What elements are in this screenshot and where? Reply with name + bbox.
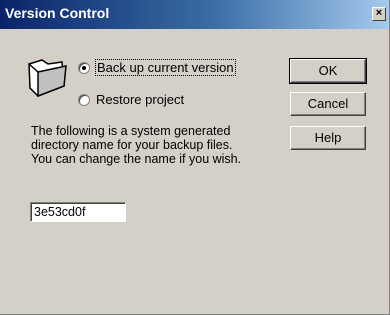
help-button[interactable]: Help: [290, 126, 366, 150]
restore-option[interactable]: Restore project: [78, 92, 184, 107]
backup-option[interactable]: Back up current version: [78, 59, 236, 76]
ok-button[interactable]: OK: [289, 58, 367, 84]
title-bar[interactable]: Version Control ×: [0, 0, 389, 29]
description-text: The following is a system generated dire…: [31, 124, 241, 166]
cancel-button[interactable]: Cancel: [290, 92, 366, 116]
dialog-title: Version Control: [5, 5, 110, 21]
version-control-dialog: Version Control × Back up current versio…: [0, 0, 390, 315]
restore-radio[interactable]: [78, 93, 90, 106]
backup-option-label: Back up current version: [95, 59, 236, 76]
folder-icon: [28, 59, 67, 98]
description-line: You can change the name if you wish.: [31, 152, 242, 166]
restore-option-label: Restore project: [96, 92, 185, 107]
backup-radio[interactable]: [78, 61, 90, 74]
description-line: directory name for your backup files.: [31, 138, 233, 152]
directory-name-input[interactable]: [30, 202, 126, 222]
close-button[interactable]: ×: [372, 7, 386, 21]
description-line: The following is a system generated: [31, 124, 231, 138]
close-icon: ×: [375, 7, 383, 19]
